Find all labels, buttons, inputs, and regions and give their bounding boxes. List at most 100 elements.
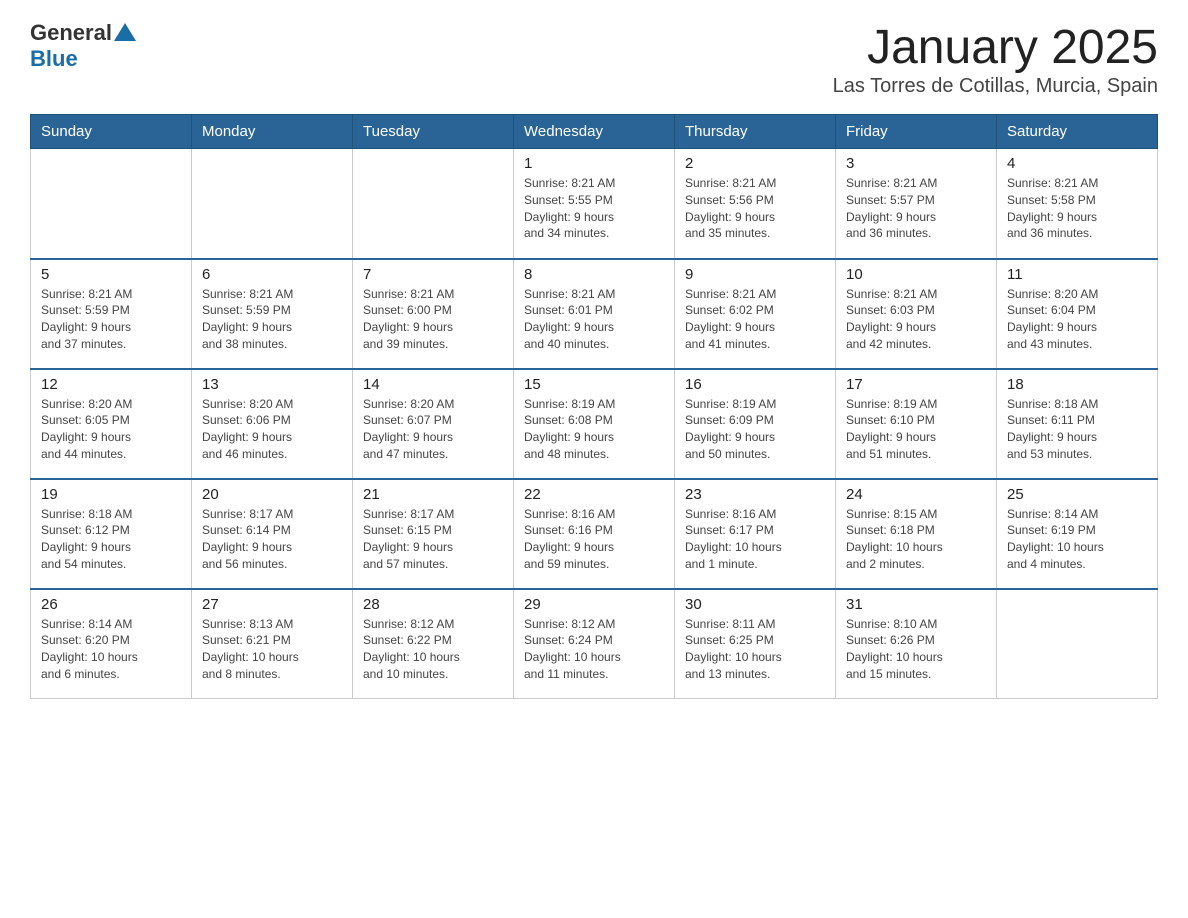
calendar-cell: 21 Sunrise: 8:17 AM Sunset: 6:15 PM Dayli…: [353, 479, 514, 589]
day-number: 30: [685, 596, 825, 613]
calendar-cell: 4 Sunrise: 8:21 AM Sunset: 5:58 PM Daylig…: [997, 149, 1158, 259]
day-info: Sunrise: 8:12 AM Sunset: 6:24 PM Dayligh…: [524, 616, 664, 683]
title-block: January 2025 Las Torres de Cotillas, Mur…: [833, 20, 1158, 98]
day-number: 2: [685, 155, 825, 172]
day-info: Sunrise: 8:21 AM Sunset: 6:00 PM Dayligh…: [363, 286, 503, 353]
day-number: 8: [524, 266, 664, 283]
day-info: Sunrise: 8:16 AM Sunset: 6:16 PM Dayligh…: [524, 506, 664, 573]
day-number: 4: [1007, 155, 1147, 172]
day-number: 26: [41, 596, 181, 613]
day-info: Sunrise: 8:21 AM Sunset: 6:01 PM Dayligh…: [524, 286, 664, 353]
day-info: Sunrise: 8:10 AM Sunset: 6:26 PM Dayligh…: [846, 616, 986, 683]
weekday-header-sunday: Sunday: [31, 115, 192, 149]
calendar-cell: 1 Sunrise: 8:21 AM Sunset: 5:55 PM Daylig…: [514, 149, 675, 259]
calendar-cell: 20 Sunrise: 8:17 AM Sunset: 6:14 PM Dayli…: [192, 479, 353, 589]
day-info: Sunrise: 8:19 AM Sunset: 6:09 PM Dayligh…: [685, 396, 825, 463]
calendar-table: SundayMondayTuesdayWednesdayThursdayFrid…: [30, 114, 1158, 699]
calendar-week-row: 1 Sunrise: 8:21 AM Sunset: 5:55 PM Daylig…: [31, 149, 1158, 259]
calendar-week-row: 5 Sunrise: 8:21 AM Sunset: 5:59 PM Daylig…: [31, 259, 1158, 369]
page-subtitle: Las Torres de Cotillas, Murcia, Spain: [833, 75, 1158, 98]
calendar-cell: 9Sunrise: 8:21 AM Sunset: 6:02 PM Daylig…: [675, 259, 836, 369]
day-info: Sunrise: 8:21 AM Sunset: 5:58 PM Dayligh…: [1007, 175, 1147, 242]
day-info: Sunrise: 8:21 AM Sunset: 5:55 PM Dayligh…: [524, 175, 664, 242]
day-info: Sunrise: 8:21 AM Sunset: 5:59 PM Dayligh…: [202, 286, 342, 353]
day-number: 5: [41, 266, 181, 283]
calendar-cell: 10Sunrise: 8:21 AM Sunset: 6:03 PM Dayli…: [836, 259, 997, 369]
page-title: January 2025: [833, 20, 1158, 75]
day-number: 22: [524, 486, 664, 503]
day-info: Sunrise: 8:20 AM Sunset: 6:07 PM Dayligh…: [363, 396, 503, 463]
day-number: 16: [685, 376, 825, 393]
day-info: Sunrise: 8:21 AM Sunset: 5:59 PM Dayligh…: [41, 286, 181, 353]
weekday-header-thursday: Thursday: [675, 115, 836, 149]
calendar-cell: 3 Sunrise: 8:21 AM Sunset: 5:57 PM Daylig…: [836, 149, 997, 259]
logo-arrow-icon: [114, 23, 136, 41]
day-number: 24: [846, 486, 986, 503]
calendar-cell: [192, 149, 353, 259]
day-number: 17: [846, 376, 986, 393]
day-number: 6: [202, 266, 342, 283]
calendar-cell: 27Sunrise: 8:13 AM Sunset: 6:21 PM Dayli…: [192, 589, 353, 699]
weekday-header-wednesday: Wednesday: [514, 115, 675, 149]
day-number: 18: [1007, 376, 1147, 393]
day-info: Sunrise: 8:20 AM Sunset: 6:05 PM Dayligh…: [41, 396, 181, 463]
logo-general-text: General: [30, 20, 112, 46]
page-header: General Blue January 2025 Las Torres de …: [30, 20, 1158, 98]
day-info: Sunrise: 8:12 AM Sunset: 6:22 PM Dayligh…: [363, 616, 503, 683]
calendar-cell: 15 Sunrise: 8:19 AM Sunset: 6:08 PM Dayli…: [514, 369, 675, 479]
logo: General Blue: [30, 20, 136, 72]
day-number: 14: [363, 376, 503, 393]
weekday-header-saturday: Saturday: [997, 115, 1158, 149]
day-number: 21: [363, 486, 503, 503]
calendar-cell: 6 Sunrise: 8:21 AM Sunset: 5:59 PM Daylig…: [192, 259, 353, 369]
calendar-cell: 8 Sunrise: 8:21 AM Sunset: 6:01 PM Daylig…: [514, 259, 675, 369]
calendar-cell: 31 Sunrise: 8:10 AM Sunset: 6:26 PM Dayli…: [836, 589, 997, 699]
calendar-cell: 26 Sunrise: 8:14 AM Sunset: 6:20 PM Dayli…: [31, 589, 192, 699]
day-info: Sunrise: 8:14 AM Sunset: 6:20 PM Dayligh…: [41, 616, 181, 683]
day-info: Sunrise: 8:19 AM Sunset: 6:10 PM Dayligh…: [846, 396, 986, 463]
calendar-cell: 18Sunrise: 8:18 AM Sunset: 6:11 PM Dayli…: [997, 369, 1158, 479]
day-number: 1: [524, 155, 664, 172]
calendar-cell: 19 Sunrise: 8:18 AM Sunset: 6:12 PM Dayli…: [31, 479, 192, 589]
day-number: 28: [363, 596, 503, 613]
day-info: Sunrise: 8:21 AM Sunset: 5:56 PM Dayligh…: [685, 175, 825, 242]
day-info: Sunrise: 8:20 AM Sunset: 6:06 PM Dayligh…: [202, 396, 342, 463]
day-info: Sunrise: 8:18 AM Sunset: 6:12 PM Dayligh…: [41, 506, 181, 573]
calendar-cell: 14 Sunrise: 8:20 AM Sunset: 6:07 PM Dayli…: [353, 369, 514, 479]
day-info: Sunrise: 8:21 AM Sunset: 6:03 PM Dayligh…: [846, 286, 986, 353]
calendar-cell: 7Sunrise: 8:21 AM Sunset: 6:00 PM Daylig…: [353, 259, 514, 369]
calendar-week-row: 12Sunrise: 8:20 AM Sunset: 6:05 PM Dayli…: [31, 369, 1158, 479]
day-number: 23: [685, 486, 825, 503]
day-info: Sunrise: 8:17 AM Sunset: 6:15 PM Dayligh…: [363, 506, 503, 573]
day-number: 15: [524, 376, 664, 393]
calendar-cell: [353, 149, 514, 259]
calendar-cell: 28 Sunrise: 8:12 AM Sunset: 6:22 PM Dayli…: [353, 589, 514, 699]
calendar-cell: 29Sunrise: 8:12 AM Sunset: 6:24 PM Dayli…: [514, 589, 675, 699]
day-info: Sunrise: 8:16 AM Sunset: 6:17 PM Dayligh…: [685, 506, 825, 573]
day-info: Sunrise: 8:17 AM Sunset: 6:14 PM Dayligh…: [202, 506, 342, 573]
calendar-cell: 16 Sunrise: 8:19 AM Sunset: 6:09 PM Dayli…: [675, 369, 836, 479]
calendar-cell: [997, 589, 1158, 699]
day-number: 19: [41, 486, 181, 503]
day-info: Sunrise: 8:21 AM Sunset: 5:57 PM Dayligh…: [846, 175, 986, 242]
day-number: 11: [1007, 266, 1147, 283]
day-number: 25: [1007, 486, 1147, 503]
calendar-cell: 12Sunrise: 8:20 AM Sunset: 6:05 PM Dayli…: [31, 369, 192, 479]
day-number: 20: [202, 486, 342, 503]
day-number: 3: [846, 155, 986, 172]
weekday-header-monday: Monday: [192, 115, 353, 149]
calendar-cell: 5 Sunrise: 8:21 AM Sunset: 5:59 PM Daylig…: [31, 259, 192, 369]
weekday-header-friday: Friday: [836, 115, 997, 149]
day-info: Sunrise: 8:20 AM Sunset: 6:04 PM Dayligh…: [1007, 286, 1147, 353]
calendar-cell: 17 Sunrise: 8:19 AM Sunset: 6:10 PM Dayli…: [836, 369, 997, 479]
day-info: Sunrise: 8:21 AM Sunset: 6:02 PM Dayligh…: [685, 286, 825, 353]
day-info: Sunrise: 8:15 AM Sunset: 6:18 PM Dayligh…: [846, 506, 986, 573]
calendar-cell: 30 Sunrise: 8:11 AM Sunset: 6:25 PM Dayli…: [675, 589, 836, 699]
calendar-cell: 25Sunrise: 8:14 AM Sunset: 6:19 PM Dayli…: [997, 479, 1158, 589]
day-number: 31: [846, 596, 986, 613]
day-info: Sunrise: 8:11 AM Sunset: 6:25 PM Dayligh…: [685, 616, 825, 683]
calendar-cell: 24 Sunrise: 8:15 AM Sunset: 6:18 PM Dayli…: [836, 479, 997, 589]
day-info: Sunrise: 8:19 AM Sunset: 6:08 PM Dayligh…: [524, 396, 664, 463]
day-info: Sunrise: 8:13 AM Sunset: 6:21 PM Dayligh…: [202, 616, 342, 683]
calendar-cell: 13Sunrise: 8:20 AM Sunset: 6:06 PM Dayli…: [192, 369, 353, 479]
